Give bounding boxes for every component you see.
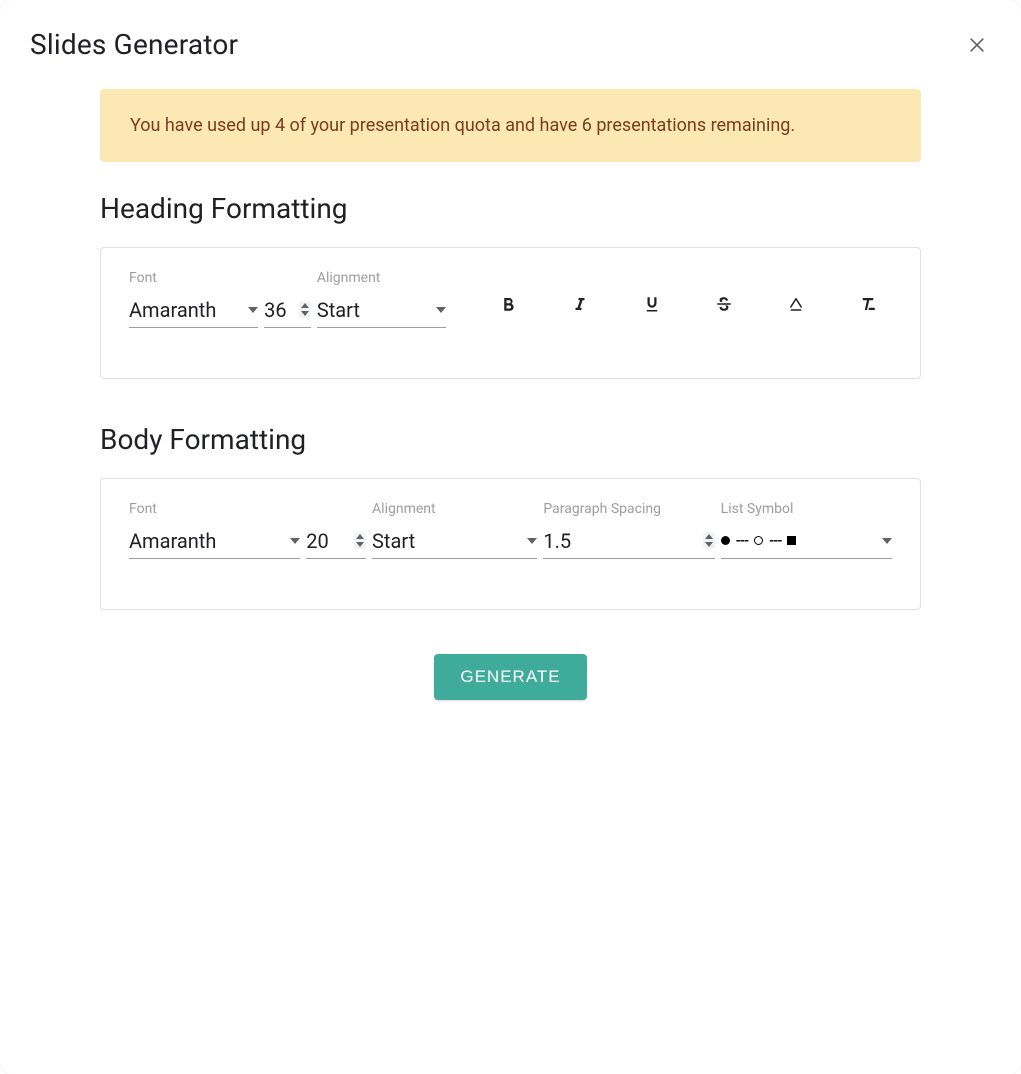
clear-format-icon xyxy=(859,295,877,313)
dashes-icon: --- xyxy=(769,533,781,549)
heading-row: Font Amaranth 36 xyxy=(129,270,892,328)
stepper-up-icon xyxy=(705,534,713,539)
bullet-disc-icon xyxy=(721,536,730,545)
generate-wrap: GENERATE xyxy=(100,654,921,700)
heading-align-field: Alignment Start xyxy=(317,270,446,328)
body-paragraph-value: 1.5 xyxy=(543,529,698,553)
body-align-field: Alignment Start xyxy=(372,501,537,559)
body-size-field: 20 xyxy=(306,501,366,559)
heading-align-value: Start xyxy=(317,298,430,322)
body-align-select[interactable]: Start xyxy=(372,525,537,559)
quota-banner: You have used up 4 of your presentation … xyxy=(100,89,921,162)
bold-button[interactable] xyxy=(484,280,532,328)
chevron-down-icon xyxy=(436,307,446,313)
chevron-down-icon xyxy=(527,538,537,544)
chevron-down-icon xyxy=(248,307,258,313)
body-paragraph-field: Paragraph Spacing 1.5 xyxy=(543,501,714,559)
number-stepper[interactable] xyxy=(299,301,311,318)
heading-font-value: Amaranth xyxy=(129,298,242,322)
smallcaps-button[interactable] xyxy=(772,280,820,328)
body-size-input[interactable]: 20 xyxy=(306,525,366,559)
dashes-icon: --- xyxy=(736,533,748,549)
body-size-value: 20 xyxy=(306,529,350,553)
body-section-title: Body Formatting xyxy=(100,423,921,456)
dialog-title: Slides Generator xyxy=(30,28,238,61)
body-paragraph-input[interactable]: 1.5 xyxy=(543,525,714,559)
heading-font-field: Font Amaranth xyxy=(129,270,258,328)
chevron-down-icon xyxy=(290,538,300,544)
heading-align-select[interactable]: Start xyxy=(317,294,446,328)
body-list-symbol-field: List Symbol --- --- xyxy=(721,501,892,559)
body-font-select[interactable]: Amaranth xyxy=(129,525,300,559)
heading-section-title: Heading Formatting xyxy=(100,192,921,225)
body-font-field: Font Amaranth xyxy=(129,501,300,559)
underline-button[interactable] xyxy=(628,280,676,328)
strikethrough-icon xyxy=(714,295,734,313)
strikethrough-button[interactable] xyxy=(700,280,748,328)
body-formatting-card: Font Amaranth 20 xyxy=(100,478,921,610)
underline-icon xyxy=(643,295,661,313)
stepper-down-icon xyxy=(301,311,309,316)
smallcaps-icon xyxy=(786,295,806,313)
bullet-ring-icon xyxy=(754,536,763,545)
body-row: Font Amaranth 20 xyxy=(129,501,892,559)
body-paragraph-label: Paragraph Spacing xyxy=(543,501,714,517)
generate-button[interactable]: GENERATE xyxy=(434,654,586,700)
heading-format-icons xyxy=(472,280,892,328)
body-font-value: Amaranth xyxy=(129,529,284,553)
italic-icon xyxy=(571,295,589,313)
dialog-content: You have used up 4 of your presentation … xyxy=(0,89,1021,700)
quota-text: You have used up 4 of your presentation … xyxy=(130,115,795,136)
bullet-square-icon xyxy=(787,536,796,545)
body-list-symbol-select[interactable]: --- --- xyxy=(721,525,892,559)
close-button[interactable] xyxy=(963,31,991,59)
clear-format-button[interactable] xyxy=(844,280,892,328)
stepper-up-icon xyxy=(356,534,364,539)
number-stepper[interactable] xyxy=(354,532,366,549)
heading-align-label: Alignment xyxy=(317,270,446,286)
body-align-value: Start xyxy=(372,529,521,553)
body-list-label: List Symbol xyxy=(721,501,892,517)
number-stepper[interactable] xyxy=(703,532,715,549)
dialog-header: Slides Generator xyxy=(0,0,1021,71)
chevron-down-icon xyxy=(882,538,892,544)
italic-button[interactable] xyxy=(556,280,604,328)
stepper-down-icon xyxy=(705,542,713,547)
heading-formatting-card: Font Amaranth 36 xyxy=(100,247,921,379)
heading-font-select[interactable]: Amaranth xyxy=(129,294,258,328)
list-symbol-value: --- --- xyxy=(721,533,876,549)
bold-icon xyxy=(499,295,517,313)
stepper-up-icon xyxy=(301,303,309,308)
stepper-down-icon xyxy=(356,542,364,547)
close-icon xyxy=(967,35,987,55)
body-align-label: Alignment xyxy=(372,501,537,517)
heading-size-field: 36 xyxy=(264,270,311,328)
body-font-label: Font xyxy=(129,501,300,517)
heading-size-input[interactable]: 36 xyxy=(264,294,311,328)
heading-size-value: 36 xyxy=(264,298,295,322)
heading-font-label: Font xyxy=(129,270,258,286)
slides-generator-dialog: Slides Generator You have used up 4 of y… xyxy=(0,0,1021,1074)
